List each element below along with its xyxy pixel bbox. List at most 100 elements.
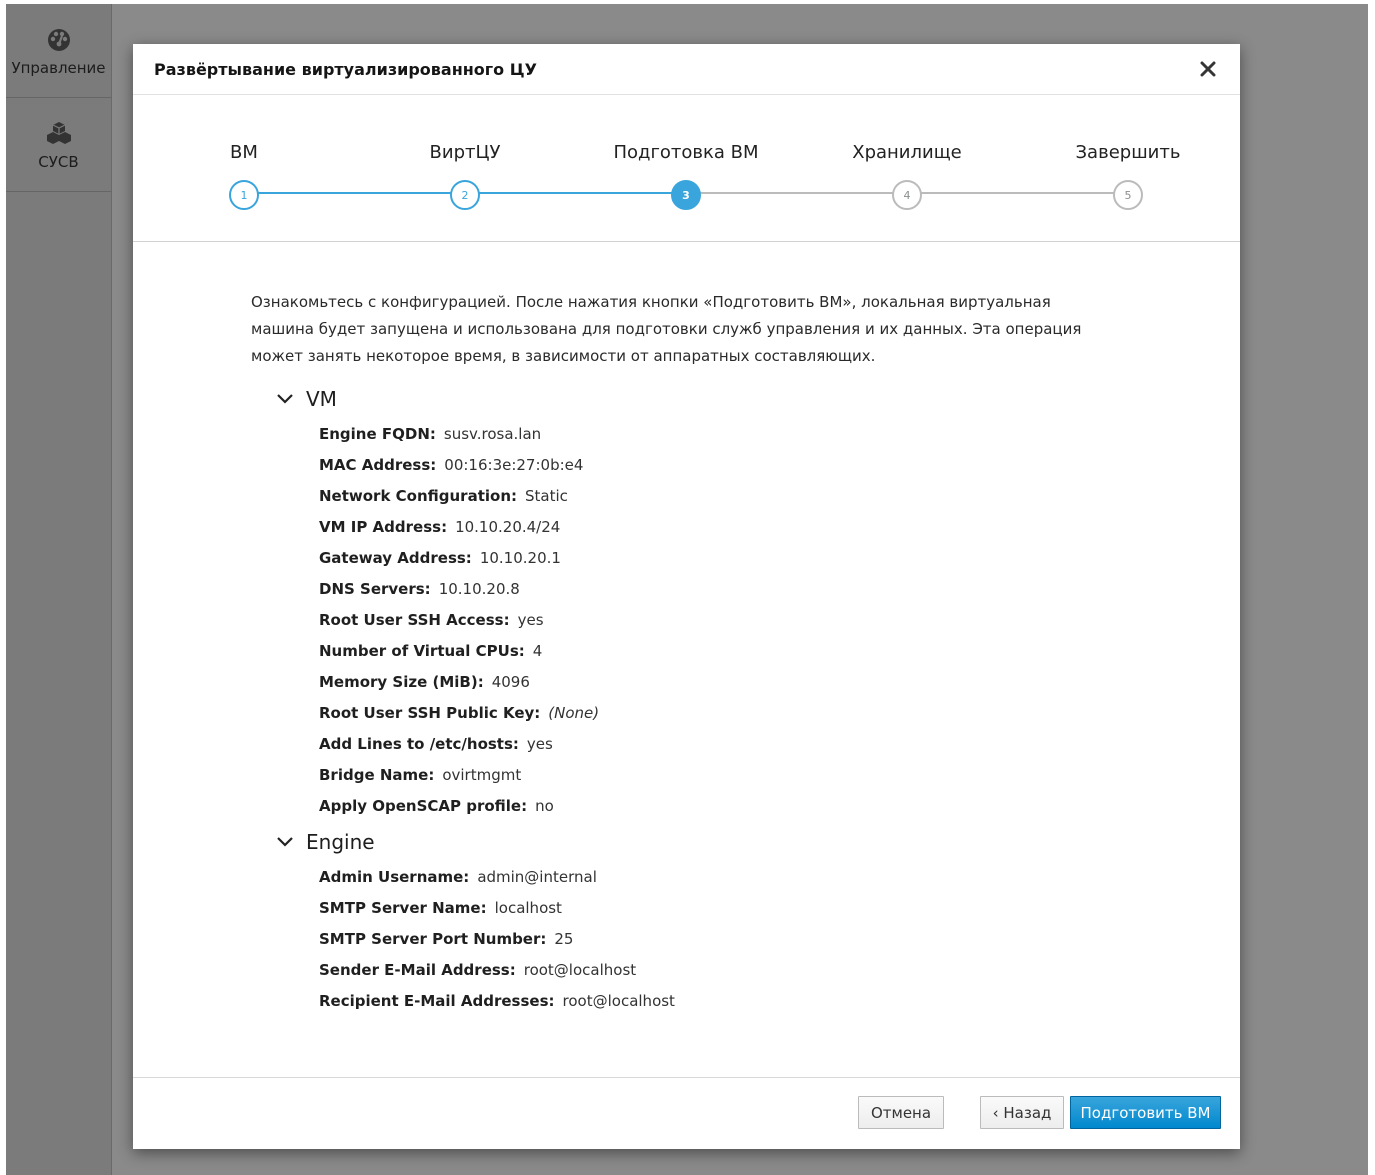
field-value: 00:16:3e:27:0b:e4: [444, 456, 584, 474]
step-label: Подготовка ВМ: [613, 142, 759, 163]
field-value: susv.rosa.lan: [443, 425, 542, 443]
chevron-down-icon: [277, 394, 293, 404]
field-row: Recipient E-Mail Addresses: root@localhos…: [319, 986, 1240, 1017]
cubes-icon: [46, 121, 71, 144]
dialog-footer: Отмена ‹ Назад Подготовить ВМ: [133, 1077, 1240, 1149]
field-label: Gateway Address:: [319, 549, 472, 567]
field-row: Number of Virtual CPUs: 4: [319, 636, 1240, 667]
field-row: Network Configuration: Static: [319, 481, 1240, 512]
field-value: no: [535, 797, 554, 815]
back-button[interactable]: ‹ Назад: [980, 1096, 1064, 1129]
engine-field-list: Admin Username: admin@internal SMTP Serve…: [319, 862, 1240, 1017]
field-label: DNS Servers:: [319, 580, 431, 598]
field-row: Gateway Address: 10.10.20.1: [319, 543, 1240, 574]
field-row: Root User SSH Public Key: (None): [319, 698, 1240, 729]
field-label: Recipient E-Mail Addresses:: [319, 992, 555, 1010]
step-label: Завершить: [1075, 142, 1181, 163]
field-row: Engine FQDN: susv.rosa.lan: [319, 419, 1240, 450]
cancel-button[interactable]: Отмена: [858, 1096, 944, 1129]
wizard-step-3[interactable]: Подготовка ВМ 3: [606, 142, 766, 210]
field-value: admin@internal: [477, 868, 597, 886]
field-row: Bridge Name: ovirtmgmt: [319, 760, 1240, 791]
deploy-dialog: Развёртывание виртуализированного ЦУ ВМ …: [133, 44, 1240, 1149]
step-connector: [907, 192, 1128, 194]
field-label: Root User SSH Access:: [319, 611, 510, 629]
field-value: Static: [525, 487, 568, 505]
field-value: 4096: [491, 673, 530, 691]
sidebar-item-management[interactable]: Управление: [6, 4, 111, 98]
field-row: Memory Size (MiB): 4096: [319, 667, 1240, 698]
step-number: 5: [1113, 180, 1143, 210]
wizard-step-2[interactable]: ВиртЦУ 2: [385, 142, 545, 210]
field-value: 10.10.20.4/24: [455, 518, 561, 536]
vm-field-list: Engine FQDN: susv.rosa.lan MAC Address: 00…: [319, 419, 1240, 822]
field-row: DNS Servers: 10.10.20.8: [319, 574, 1240, 605]
step-number: 2: [450, 180, 480, 210]
field-row: SMTP Server Name: localhost: [319, 893, 1240, 924]
field-value: root@localhost: [523, 961, 637, 979]
sidebar-item-label: Управление: [11, 58, 106, 77]
field-label: Memory Size (MiB):: [319, 673, 484, 691]
step-label: ВМ: [230, 142, 258, 163]
wizard-step-1[interactable]: ВМ 1: [164, 142, 324, 210]
dialog-header: Развёртывание виртуализированного ЦУ: [133, 44, 1240, 95]
field-label: Root User SSH Public Key:: [319, 704, 541, 722]
section-title: VM: [306, 387, 337, 411]
step-number: 4: [892, 180, 922, 210]
sidebar-item-label: СУСВ: [38, 152, 79, 171]
field-row: Add Lines to /etc/hosts: yes: [319, 729, 1240, 760]
prepare-vm-button[interactable]: Подготовить ВМ: [1070, 1096, 1221, 1129]
step-connector: [244, 192, 465, 194]
field-label: MAC Address:: [319, 456, 437, 474]
field-value: 4: [532, 642, 543, 660]
field-label: VM IP Address:: [319, 518, 448, 536]
field-label: SMTP Server Name:: [319, 899, 487, 917]
step-connector: [686, 192, 907, 194]
wizard-steps: ВМ 1 ВиртЦУ 2 Подготовка ВМ 3 Хранилище …: [133, 95, 1240, 242]
section-title: Engine: [306, 830, 375, 854]
field-label: Apply OpenSCAP profile:: [319, 797, 528, 815]
step-connector: [465, 192, 686, 194]
field-value: localhost: [494, 899, 562, 917]
section-toggle-engine[interactable]: Engine: [276, 830, 1240, 854]
field-value: 10.10.20.1: [479, 549, 561, 567]
field-label: Engine FQDN:: [319, 425, 436, 443]
wizard-step-5[interactable]: Завершить 5: [1048, 142, 1208, 210]
step-number: 3: [671, 180, 701, 210]
field-label: Number of Virtual CPUs:: [319, 642, 525, 660]
field-value: 25: [554, 930, 574, 948]
dashboard-icon: [47, 28, 70, 51]
close-icon: [1200, 61, 1216, 77]
sidebar-item-susv[interactable]: СУСВ: [6, 98, 111, 192]
field-label: Admin Username:: [319, 868, 470, 886]
field-label: Add Lines to /etc/hosts:: [319, 735, 519, 753]
dialog-body: Ознакомьтесь с конфигурацией. После нажа…: [133, 242, 1240, 1017]
dialog-title: Развёртывание виртуализированного ЦУ: [154, 59, 537, 79]
field-row: SMTP Server Port Number: 25: [319, 924, 1240, 955]
field-row: Root User SSH Access: yes: [319, 605, 1240, 636]
field-value: 10.10.20.8: [438, 580, 520, 598]
field-label: Network Configuration:: [319, 487, 517, 505]
field-value: ovirtmgmt: [442, 766, 522, 784]
intro-text: Ознакомьтесь с конфигурацией. После нажа…: [251, 293, 1082, 365]
field-label: SMTP Server Port Number:: [319, 930, 547, 948]
field-label: Bridge Name:: [319, 766, 435, 784]
field-row: Admin Username: admin@internal: [319, 862, 1240, 893]
field-row: VM IP Address: 10.10.20.4/24: [319, 512, 1240, 543]
chevron-down-icon: [277, 837, 293, 847]
field-value: (None): [548, 704, 600, 722]
sidebar: Управление СУСВ: [6, 4, 112, 1175]
wizard-step-4[interactable]: Хранилище 4: [827, 142, 987, 210]
close-button[interactable]: [1197, 58, 1219, 80]
step-label: Хранилище: [852, 142, 962, 163]
field-row: MAC Address: 00:16:3e:27:0b:e4: [319, 450, 1240, 481]
section-toggle-vm[interactable]: VM: [276, 387, 1240, 411]
field-value: yes: [526, 735, 553, 753]
step-label: ВиртЦУ: [429, 142, 501, 163]
field-row: Apply OpenSCAP profile: no: [319, 791, 1240, 822]
field-row: Sender E-Mail Address: root@localhost: [319, 955, 1240, 986]
field-label: Sender E-Mail Address:: [319, 961, 516, 979]
step-number: 1: [229, 180, 259, 210]
field-value: root@localhost: [562, 992, 675, 1010]
field-value: yes: [517, 611, 544, 629]
